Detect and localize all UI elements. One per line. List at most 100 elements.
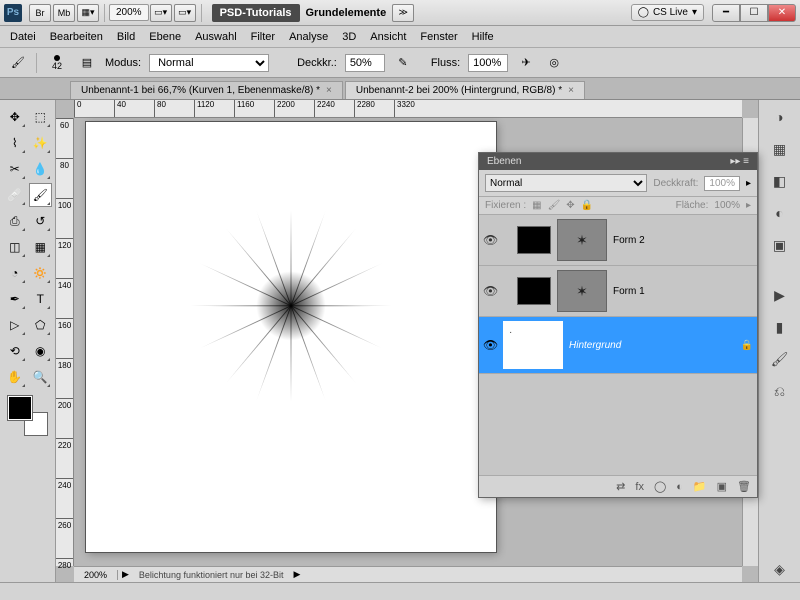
lock-position-icon[interactable]: ✥ xyxy=(566,200,574,211)
lock-all-icon[interactable]: 🔒 xyxy=(581,200,593,211)
brush-tool[interactable]: 🖌 xyxy=(29,183,53,207)
document-canvas[interactable] xyxy=(86,122,496,552)
vector-mask-thumbnail[interactable]: ✶ xyxy=(557,219,607,261)
layer-thumbnail[interactable] xyxy=(517,226,551,254)
masks-panel-icon[interactable]: ▣ xyxy=(767,232,793,258)
blur-tool[interactable]: ◔ xyxy=(3,261,27,285)
view-extras-button[interactable]: ▭▾ xyxy=(150,4,172,22)
foreground-color-swatch[interactable] xyxy=(8,396,32,420)
layer-row[interactable]: 👁 ✶ Form 1 xyxy=(479,266,757,317)
eraser-tool[interactable]: ◫ xyxy=(3,235,27,259)
group-icon[interactable]: 📁 xyxy=(693,480,707,493)
brush-panel-toggle-icon[interactable]: ▤ xyxy=(77,53,97,73)
gradient-tool[interactable]: ▦ xyxy=(29,235,53,259)
layers-panel-icon[interactable]: ◈ xyxy=(767,556,793,582)
menu-fenster[interactable]: Fenster xyxy=(420,31,457,43)
clone-panel-icon[interactable]: ⎌ xyxy=(767,378,793,404)
actions-panel-icon[interactable]: ▮ xyxy=(767,314,793,340)
adjustments-panel-icon[interactable]: ◐ xyxy=(767,200,793,226)
dodge-tool[interactable]: 🔅 xyxy=(29,261,53,285)
menu-bild[interactable]: Bild xyxy=(117,31,135,43)
cs-live-button[interactable]: CS Live ▾ xyxy=(631,4,704,21)
vector-mask-thumbnail[interactable]: ✶ xyxy=(557,270,607,312)
crop-tool[interactable]: ✂ xyxy=(3,157,27,181)
menu-ansicht[interactable]: Ansicht xyxy=(370,31,406,43)
active-tool-icon[interactable]: 🖌 xyxy=(8,53,28,73)
styles-panel-icon[interactable]: ◧ xyxy=(767,168,793,194)
close-tab-icon[interactable]: × xyxy=(326,85,332,96)
document-tab[interactable]: Unbenannt-2 bei 200% (Hintergrund, RGB/8… xyxy=(345,81,585,99)
workspace-more-button[interactable]: ≫ xyxy=(392,4,414,22)
lasso-tool[interactable]: ⌇ xyxy=(3,131,27,155)
layer-blend-mode-select[interactable]: Normal xyxy=(485,174,647,192)
3d-camera-tool[interactable]: ◉ xyxy=(29,339,53,363)
delete-layer-icon[interactable]: 🗑 xyxy=(737,480,751,493)
menu-filter[interactable]: Filter xyxy=(251,31,275,43)
workspace-psd-tutorials[interactable]: PSD-Tutorials xyxy=(212,4,300,22)
3d-tool[interactable]: ⟲ xyxy=(3,339,27,363)
link-layers-icon[interactable]: ⇄ xyxy=(616,480,625,493)
menu-analyse[interactable]: Analyse xyxy=(289,31,328,43)
brush-panel-icon[interactable]: 🖌 xyxy=(767,346,793,372)
layer-mask-icon[interactable]: ◯ xyxy=(654,480,666,493)
menu-hilfe[interactable]: Hilfe xyxy=(472,31,494,43)
canvas-zoom-field[interactable]: 200% xyxy=(74,570,118,580)
layer-row[interactable]: 👁 ✶ Form 2 xyxy=(479,215,757,266)
adjustment-layer-icon[interactable]: ◐ xyxy=(676,481,683,493)
layer-row[interactable]: 👁 · Hintergrund 🔒 xyxy=(479,317,757,374)
marquee-tool[interactable]: ⬚ xyxy=(29,105,53,129)
layers-panel-title[interactable]: Ebenen▸▸ ≡ xyxy=(479,153,757,170)
visibility-toggle-icon[interactable]: 👁 xyxy=(483,284,497,298)
workspace-grundelemente[interactable]: Grundelemente xyxy=(306,7,387,19)
fill-field[interactable]: 100% xyxy=(714,200,740,211)
visibility-toggle-icon[interactable]: 👁 xyxy=(483,338,497,352)
airbrush-icon[interactable]: ✈ xyxy=(516,53,536,73)
path-select-tool[interactable]: ▷ xyxy=(3,313,27,337)
zoom-tool[interactable]: 🔍 xyxy=(29,365,53,389)
color-panel-icon[interactable]: ◑ xyxy=(767,104,793,130)
pen-tool[interactable]: ✒ xyxy=(3,287,27,311)
brush-preset-picker[interactable]: 42 xyxy=(45,55,69,71)
eyedropper-tool[interactable]: 💧 xyxy=(29,157,53,181)
screen-mode-button[interactable]: ▭▾ xyxy=(174,4,196,22)
bridge-button[interactable]: Br xyxy=(29,4,51,22)
blend-mode-select[interactable]: Normal xyxy=(149,54,269,72)
document-tab[interactable]: Unbenannt-1 bei 66,7% (Kurven 1, Ebenenm… xyxy=(70,81,343,99)
lock-pixels-icon[interactable]: 🖌 xyxy=(548,200,561,211)
move-tool[interactable]: ✥ xyxy=(3,105,27,129)
layer-thumbnail[interactable]: · xyxy=(503,321,563,369)
flow-field[interactable]: 100% xyxy=(468,54,508,72)
new-layer-icon[interactable]: ▣ xyxy=(717,480,727,493)
layer-name[interactable]: Hintergrund xyxy=(569,340,735,351)
menu-ebene[interactable]: Ebene xyxy=(149,31,181,43)
window-minimize-button[interactable]: ━ xyxy=(712,4,740,22)
healing-brush-tool[interactable]: 🩹 xyxy=(3,183,27,207)
arrange-docs-button[interactable]: ▦▾ xyxy=(77,4,99,22)
color-swatches[interactable] xyxy=(8,396,48,436)
layer-name[interactable]: Form 1 xyxy=(613,286,753,297)
history-brush-tool[interactable]: ↺ xyxy=(29,209,53,233)
visibility-toggle-icon[interactable]: 👁 xyxy=(483,233,497,247)
opacity-field[interactable]: 50% xyxy=(345,54,385,72)
history-panel-icon[interactable]: ▶ xyxy=(767,282,793,308)
minibridge-button[interactable]: Mb xyxy=(53,4,75,22)
layer-name[interactable]: Form 2 xyxy=(613,235,753,246)
close-tab-icon[interactable]: × xyxy=(568,85,574,96)
tablet-pressure-icon[interactable]: ◎ xyxy=(544,53,564,73)
layer-style-icon[interactable]: fx xyxy=(635,481,644,493)
lock-transparency-icon[interactable]: ▦ xyxy=(532,200,541,211)
swatches-panel-icon[interactable]: ▦ xyxy=(767,136,793,162)
menu-3d[interactable]: 3D xyxy=(342,31,356,43)
window-maximize-button[interactable]: ☐ xyxy=(740,4,768,22)
menu-auswahl[interactable]: Auswahl xyxy=(195,31,237,43)
zoom-level[interactable]: 200% xyxy=(109,4,149,21)
window-close-button[interactable]: ✕ xyxy=(768,4,796,22)
panel-menu-icon[interactable]: ▸▸ ≡ xyxy=(730,156,749,167)
hand-tool[interactable]: ✋ xyxy=(3,365,27,389)
layer-thumbnail[interactable] xyxy=(517,277,551,305)
magic-wand-tool[interactable]: ✨ xyxy=(29,131,53,155)
clone-stamp-tool[interactable]: ⎙ xyxy=(3,209,27,233)
type-tool[interactable]: T xyxy=(29,287,53,311)
opacity-pressure-icon[interactable]: ✎ xyxy=(393,53,413,73)
menu-bearbeiten[interactable]: Bearbeiten xyxy=(50,31,103,43)
